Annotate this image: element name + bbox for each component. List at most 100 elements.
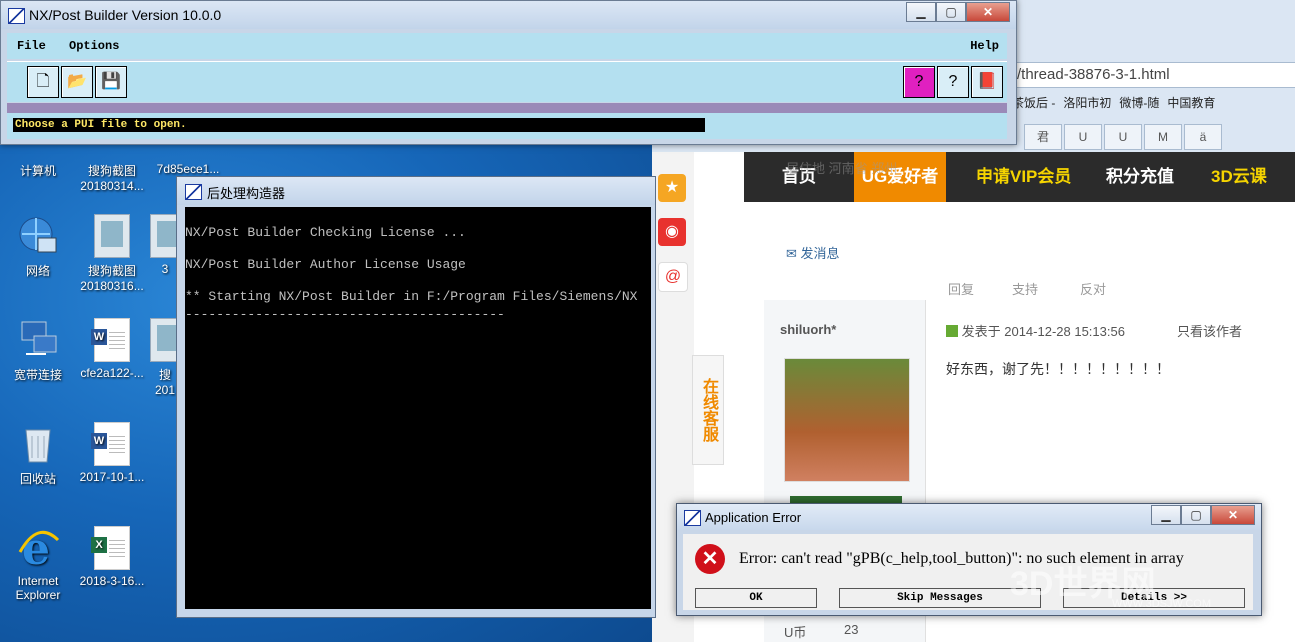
reply-link[interactable]: 回复 <box>948 279 974 298</box>
console-icon <box>185 184 202 200</box>
browser-tab[interactable]: 君 <box>1024 124 1062 150</box>
desktop-icon-label: 网络 <box>25 264 50 278</box>
title-bar[interactable]: NX/Post Builder Version 10.0.0 ▁ ▢ ✕ <box>1 1 1016 29</box>
oppose-link[interactable]: 反对 <box>1080 279 1106 298</box>
console-title: 后处理构造器 <box>207 186 286 201</box>
desktop-icon-label: Internet Explorer <box>15 574 61 602</box>
word-document-icon: W <box>91 318 130 362</box>
desktop-icon-label: 7d85ece1... <box>156 162 220 176</box>
console-line: ----------------------------------------… <box>185 307 505 322</box>
image-file-icon <box>94 214 130 258</box>
console-line: ** Starting NX/Post Builder in F:/Progra… <box>185 289 638 304</box>
maximize-button[interactable]: ▢ <box>1181 505 1211 525</box>
ok-button[interactable]: OK <box>695 588 817 608</box>
word-document-icon: W <box>91 422 130 466</box>
post-icon <box>946 325 958 337</box>
watermark-url: WWW.3DSJW.COM <box>1112 598 1211 610</box>
console-line: NX/Post Builder Checking License ... <box>185 225 466 240</box>
desktop-icon-broadband[interactable]: 宽带连接 <box>0 318 76 383</box>
weibo-icon[interactable]: ◉ <box>658 218 686 246</box>
console-line: NX/Post Builder Author License Usage <box>185 257 466 272</box>
browser-tab[interactable]: U <box>1104 124 1142 150</box>
desktop-icon-word-2017[interactable]: W 2017-10-1... <box>74 422 150 484</box>
toolbar: 🗋 📂 💾 ? ? 📕 <box>7 61 1007 102</box>
divider-bar <box>7 103 1007 113</box>
browser-tab[interactable]: U <box>1064 124 1102 150</box>
new-file-icon[interactable]: 🗋 <box>27 66 59 98</box>
desktop-icon-screenshot-2[interactable]: 搜狗截图 20180316... <box>74 214 150 293</box>
status-message: Choose a PUI file to open. <box>13 118 705 132</box>
nav-vip[interactable]: 申请VIP会员 <box>976 152 1071 202</box>
desktop-icon-label: 宽带连接 <box>13 368 62 382</box>
browser-tabs: 君 U U M ä <box>1024 124 1295 150</box>
excel-document-icon: X <box>91 526 130 570</box>
maximize-button[interactable]: ▢ <box>936 2 966 22</box>
status-bar: Choose a PUI file to open. <box>7 113 1007 139</box>
menu-bar: File Options Help <box>7 33 1007 59</box>
browser-tab[interactable]: M <box>1144 124 1182 150</box>
desktop-icon-recycle-bin[interactable]: 回收站 <box>0 422 76 487</box>
bookmark-item[interactable]: 洛阳市初 <box>1063 94 1111 116</box>
bookmark-item[interactable]: 微博-随 <box>1119 94 1159 116</box>
nx-post-builder-window: NX/Post Builder Version 10.0.0 ▁ ▢ ✕ Fil… <box>0 0 1017 145</box>
close-button[interactable]: ✕ <box>1211 505 1255 525</box>
broadband-connection-icon <box>16 318 60 362</box>
author-avatar[interactable] <box>784 358 910 482</box>
window-title: NX/Post Builder Version 10.0.0 <box>29 7 222 23</box>
post-timestamp: 发表于 2014-12-28 15:13:56 <box>946 321 1125 340</box>
network-icon <box>16 214 60 258</box>
send-message-link[interactable]: ✉ 发消息 <box>786 243 840 262</box>
menu-options[interactable]: Options <box>69 39 119 53</box>
manual-book-icon[interactable]: 📕 <box>971 66 1003 98</box>
faded-residence: 居住地 河南省 郑州 <box>786 161 898 176</box>
open-folder-icon[interactable]: 📂 <box>61 66 93 98</box>
ub-label: U币 <box>784 625 807 640</box>
save-icon[interactable]: 💾 <box>95 66 127 98</box>
error-icon: ✕ <box>695 544 725 574</box>
desktop-icon-label: 2018-3-16... <box>79 574 145 588</box>
dialog-title: Application Error <box>705 510 802 525</box>
address-bar[interactable]: /thread-38876-3-1.html <box>1012 62 1295 88</box>
app-icon <box>8 8 25 24</box>
console-window: 后处理构造器 NX/Post Builder Checking License … <box>176 176 656 618</box>
ub-value: 23 <box>844 622 859 637</box>
browser-tab[interactable]: ä <box>1184 124 1222 150</box>
post-author[interactable]: shiluorh* <box>780 322 836 337</box>
bookmark-item[interactable]: 茶饭后 - <box>1012 94 1055 116</box>
desktop-icon-excel-2018[interactable]: X 2018-3-16... <box>74 526 150 588</box>
online-service-tab[interactable]: 在线客服 <box>692 355 724 465</box>
dialog-app-icon <box>684 510 701 526</box>
only-author-link[interactable]: 只看该作者 <box>1177 321 1242 340</box>
close-button[interactable]: ✕ <box>966 2 1010 22</box>
mention-icon[interactable]: @ <box>658 262 688 292</box>
internet-explorer-icon: e <box>16 524 60 575</box>
minimize-button[interactable]: ▁ <box>1151 505 1181 525</box>
minimize-button[interactable]: ▁ <box>906 2 936 22</box>
send-message-label: 发消息 <box>800 246 840 261</box>
console-title-bar[interactable]: 后处理构造器 <box>177 177 655 205</box>
context-help-icon[interactable]: ? <box>937 66 969 98</box>
desktop-icon-word-cfe2[interactable]: W cfe2a122-... <box>74 318 150 380</box>
bookmark-item[interactable]: 中国教育 <box>1167 94 1215 116</box>
menu-file[interactable]: File <box>17 39 46 53</box>
bookmarks-bar: 茶饭后 - 洛阳市初 微博-随 中国教育 <box>1012 94 1295 116</box>
dialog-window-controls: ▁ ▢ ✕ <box>1151 505 1255 525</box>
desktop-icon-label: 2017-10-1... <box>79 470 145 484</box>
recycle-bin-icon <box>16 422 60 466</box>
favorite-star-icon[interactable]: ★ <box>658 174 686 202</box>
dialog-title-bar[interactable]: Application Error ▁ ▢ ✕ <box>677 504 1261 530</box>
desktop-icon-label: cfe2a122-... <box>80 366 144 380</box>
menu-help[interactable]: Help <box>970 39 999 53</box>
nav-3d-cloud[interactable]: 3D云课 <box>1211 152 1267 202</box>
nav-points[interactable]: 积分充值 <box>1106 152 1174 202</box>
support-link[interactable]: 支持 <box>1012 279 1038 298</box>
support-label: 支持 <box>1012 282 1039 297</box>
desktop-icon-network[interactable]: 网络 <box>0 214 76 279</box>
oppose-label: 反对 <box>1080 282 1107 297</box>
post-body: 好东西，谢了先！！！！！！！！！ <box>946 361 1170 377</box>
window-controls: ▁ ▢ ✕ <box>906 2 1010 22</box>
post-time-text: 发表于 2014-12-28 15:13:56 <box>961 324 1125 339</box>
help-balloon-icon[interactable]: ? <box>903 66 935 98</box>
reply-label: 回复 <box>948 282 975 297</box>
desktop-icon-internet-explorer[interactable]: e Internet Explorer <box>0 524 76 602</box>
